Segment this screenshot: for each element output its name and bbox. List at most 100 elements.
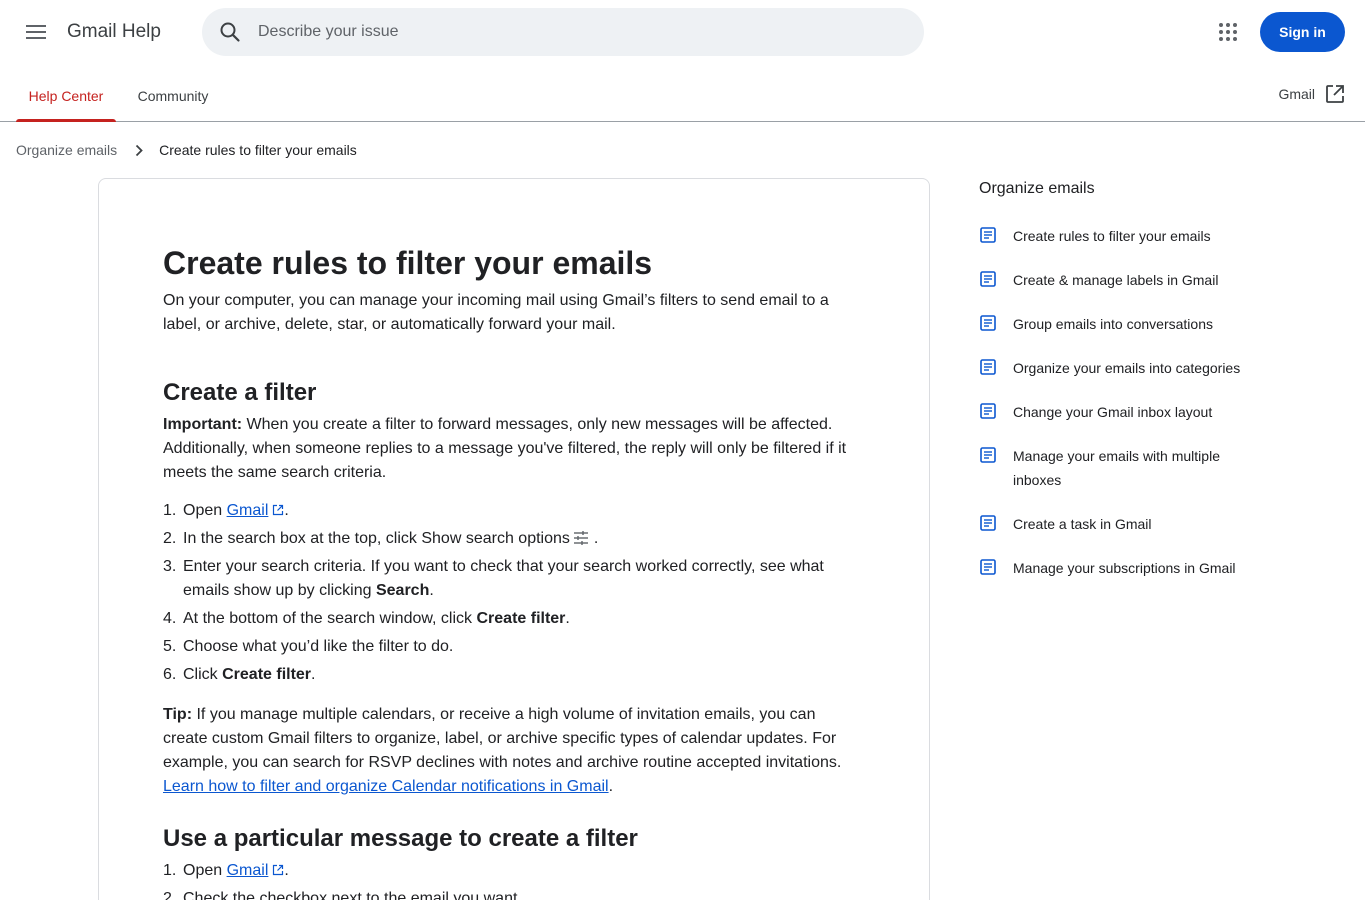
step-text: Choose what you’d like the filter to do. — [183, 638, 454, 655]
search-input[interactable] — [258, 8, 898, 56]
step-end: . — [311, 666, 316, 683]
gmail-link-2[interactable]: Gmail — [227, 862, 269, 879]
list-item: 5. Choose what you’d like the filter to d… — [163, 635, 863, 659]
help-tabs: Help Center Community Gmail — [0, 70, 1365, 122]
step-text: In the search box at the top, click Show… — [183, 530, 570, 547]
sidenav-item-task[interactable]: Create a task in Gmail — [979, 512, 1279, 536]
list-item: 4. At the bottom of the search window, cl… — [163, 607, 863, 631]
open-in-new-icon — [1326, 85, 1344, 103]
step-number: 5. — [163, 638, 177, 655]
gmail-link[interactable]: Gmail — [227, 502, 269, 519]
create-filter-steps: 1. Open Gmail. 2. In the search box at the… — [163, 499, 863, 687]
search-icon[interactable] — [218, 20, 242, 44]
step-number: 1. — [163, 862, 177, 879]
article-icon — [980, 359, 996, 375]
article-card: Create rules to filter your emails On yo… — [98, 178, 930, 900]
step-end: . — [593, 530, 599, 547]
step-bold: Create filter — [476, 610, 566, 627]
section-heading-create-filter: Create a filter — [163, 379, 317, 406]
step-end: . — [284, 862, 289, 879]
sidenav-item-label: Organize your emails into categories — [1013, 360, 1241, 376]
article-icon — [980, 447, 996, 463]
sidenav-item-subscriptions[interactable]: Manage your subscriptions in Gmail — [979, 556, 1279, 580]
apps-grid-icon — [1219, 23, 1237, 41]
sidenav-title: Organize emails — [979, 180, 1095, 197]
tune-icon — [573, 531, 588, 545]
list-item: 1. Open Gmail. — [163, 859, 863, 883]
external-link-icon — [273, 864, 284, 876]
external-link-icon — [273, 504, 284, 516]
related-articles-nav: Organize emails Create rules to filter y… — [979, 180, 1279, 600]
article-intro: On your computer, you can manage your in… — [163, 292, 829, 333]
hamburger-menu-icon — [26, 25, 46, 39]
search-bar[interactable] — [202, 8, 924, 56]
step-text: Enter your search criteria. If you want … — [183, 558, 824, 599]
step-number: 4. — [163, 610, 177, 627]
sidenav-item-multiple-inboxes[interactable]: Manage your emails with multiple inboxes — [979, 444, 1279, 492]
list-item: 2. In the search box at the top, click Sh… — [163, 527, 863, 551]
sidenav-item-label: Change your Gmail inbox layout — [1013, 404, 1213, 420]
step-text: Open — [183, 862, 227, 879]
sidenav-item-label: Create rules to filter your emails — [1013, 228, 1211, 244]
sidenav-item-create-rules[interactable]: Create rules to filter your emails — [979, 224, 1279, 248]
important-text: When you create a filter to forward mess… — [163, 416, 847, 481]
article-body: Create rules to filter your emails On yo… — [163, 243, 863, 900]
tip-end: . — [608, 778, 614, 795]
list-item: 6. Click Create filter. — [163, 663, 863, 687]
step-text: Click — [183, 666, 223, 683]
step-end: . — [429, 582, 434, 599]
step-number: 2. — [163, 890, 177, 900]
sidenav-item-inbox-layout[interactable]: Change your Gmail inbox layout — [979, 400, 1279, 424]
step-text: At the bottom of the search window, clic… — [183, 610, 477, 627]
google-apps-button[interactable] — [1208, 12, 1248, 52]
step-number: 6. — [163, 666, 177, 683]
step-number: 1. — [163, 502, 177, 519]
sign-in-button[interactable]: Sign in — [1260, 12, 1345, 52]
sidenav-item-categories[interactable]: Organize your emails into categories — [979, 356, 1279, 380]
step-bold: Create filter — [222, 666, 312, 683]
tip-note: Tip: If you manage multiple calendars, o… — [163, 703, 863, 799]
sidenav-item-label: Group emails into conversations — [1013, 316, 1213, 332]
article-icon — [980, 315, 996, 331]
tip-label: Tip: — [163, 706, 193, 723]
tab-community[interactable]: Community — [124, 70, 222, 121]
main-menu-button[interactable] — [16, 12, 56, 52]
breadcrumb-parent-link[interactable]: Organize emails — [16, 142, 117, 158]
calendar-filter-link[interactable]: Learn how to filter and organize Calenda… — [163, 778, 609, 795]
article-title: Create rules to filter your emails — [163, 245, 653, 281]
article-icon — [980, 227, 996, 243]
article-icon — [980, 515, 996, 531]
sidenav-item-label: Create a task in Gmail — [1013, 516, 1152, 532]
important-note: Important: When you create a filter to f… — [163, 413, 863, 485]
tab-help-center[interactable]: Help Center — [16, 70, 116, 122]
open-gmail-link[interactable]: Gmail — [1278, 84, 1345, 104]
sidenav-item-label: Manage your emails with multiple inboxes — [1013, 448, 1220, 488]
list-item: 1. Open Gmail. — [163, 499, 863, 523]
section-heading-particular-message: Use a particular message to create a fil… — [163, 825, 638, 852]
important-label: Important: — [163, 416, 243, 433]
step-bold: Search — [375, 582, 430, 599]
sidenav-item-labels[interactable]: Create & manage labels in Gmail — [979, 268, 1279, 292]
step-number: 3. — [163, 558, 177, 575]
article-icon — [980, 559, 996, 575]
breadcrumb-current: Create rules to filter your emails — [159, 142, 357, 158]
chevron-right-icon — [136, 144, 143, 156]
particular-message-steps: 1. Open Gmail. 2. Check the checkbox next … — [163, 859, 863, 900]
sidenav-item-label: Manage your subscriptions in Gmail — [1013, 560, 1236, 576]
top-app-bar: Gmail Help Sign in — [0, 0, 1365, 64]
article-icon — [980, 403, 996, 419]
list-item: 3. Enter your search criteria. If you wan… — [163, 555, 863, 603]
app-title[interactable]: Gmail Help — [67, 21, 161, 43]
sidenav-item-conversations[interactable]: Group emails into conversations — [979, 312, 1279, 336]
step-text: Check the checkbox next to the email you… — [183, 890, 522, 900]
open-gmail-label: Gmail — [1278, 86, 1315, 102]
step-number: 2. — [163, 530, 177, 547]
step-end: . — [565, 610, 570, 627]
step-text: Open — [183, 502, 227, 519]
tip-text: If you manage multiple calendars, or rec… — [163, 706, 842, 771]
article-icon — [980, 271, 996, 287]
sidenav-item-label: Create & manage labels in Gmail — [1013, 272, 1219, 288]
step-end: . — [284, 502, 289, 519]
list-item: 2. Check the checkbox next to the email y… — [163, 887, 863, 900]
breadcrumb: Organize emails Create rules to filter y… — [16, 141, 357, 159]
